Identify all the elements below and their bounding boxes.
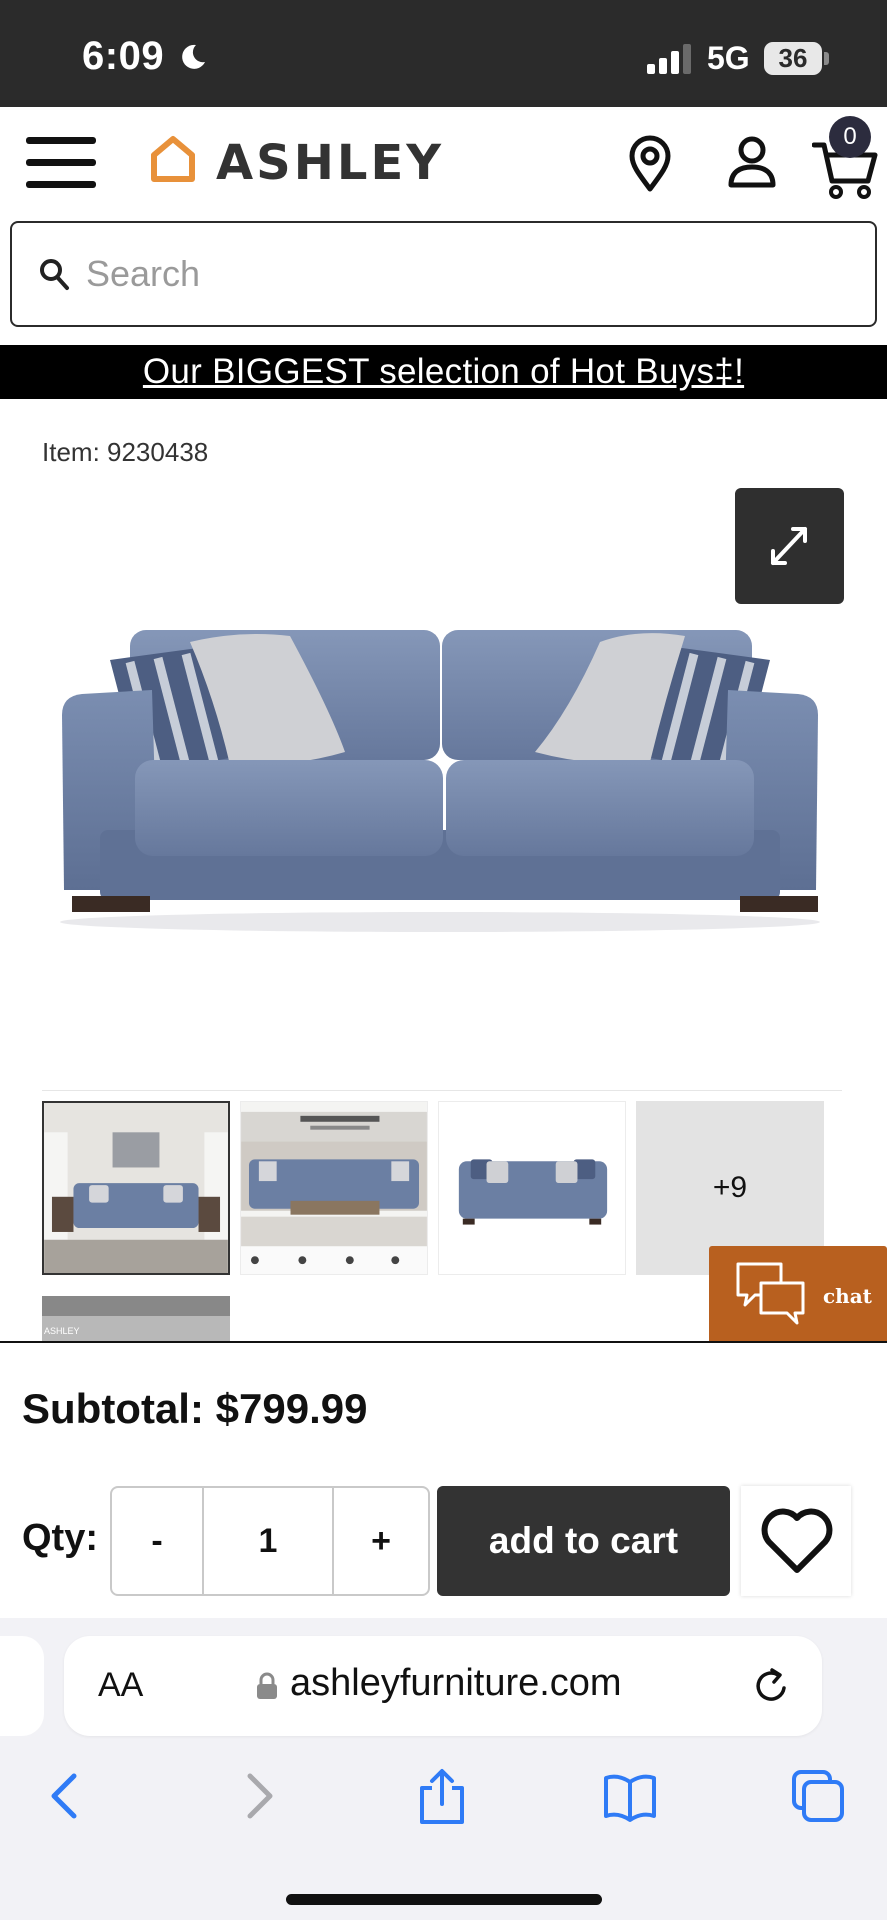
menu-icon[interactable] [26,137,96,189]
thumbnail-logo-text: ASHLEY [44,1326,80,1336]
gallery-divider [42,1090,842,1091]
purchase-bar: Subtotal: $799.99 Qty: - 1 + add to cart [0,1341,887,1618]
sofa-front-thumbnail [439,1102,625,1274]
status-bar: 6:09 5G 36 [0,0,887,107]
search-icon [40,259,69,290]
logo[interactable]: Ashley [216,135,444,191]
qty-increase-button[interactable]: + [334,1488,428,1594]
house-logo-icon[interactable] [150,135,196,183]
subtotal: Subtotal: $799.99 [22,1385,368,1432]
share-icon[interactable] [414,1768,470,1824]
promo-banner: Our BIGGEST selection of Hot Buys‡! [0,345,887,399]
qty-label: Qty: [22,1517,98,1559]
back-icon[interactable] [38,1768,94,1824]
network-label: 5G [707,40,750,76]
forward-icon[interactable] [230,1768,286,1824]
gallery-thumbnail[interactable] [438,1101,626,1275]
item-number: Item: 9230438 [42,437,209,467]
wishlist-button[interactable] [741,1486,851,1596]
location-pin-icon[interactable] [626,135,674,193]
add-to-cart-button[interactable]: add to cart [437,1486,730,1596]
lifestyle-thumbnail [241,1102,427,1274]
chat-bubbles-icon [736,1262,805,1325]
reload-icon[interactable] [752,1666,792,1706]
site-header: Ashley 0 [0,107,887,217]
chat-label: chat [823,1284,872,1308]
search-input[interactable] [86,243,846,305]
product-image[interactable] [40,600,840,960]
tabs-icon[interactable] [790,1768,846,1824]
gallery-thumbnail[interactable] [240,1101,428,1275]
qty-decrease-button[interactable]: - [112,1488,204,1594]
bookmarks-icon[interactable] [602,1768,658,1824]
quantity-stepper: - 1 + [110,1486,430,1596]
battery-icon: 36 [764,42,822,75]
home-indicator [286,1894,602,1905]
cart-count-badge[interactable]: 0 [829,116,871,158]
address-bar[interactable]: AA ashleyfurniture.com [64,1636,822,1736]
search-bar[interactable] [10,221,877,327]
signal-icon [647,44,691,74]
browser-toolbar: AA ashleyfurniture.com [0,1618,887,1920]
heart-icon [761,1508,833,1573]
previous-tab-peek[interactable] [0,1636,44,1736]
lock-icon [257,1672,277,1699]
text-size-button[interactable]: AA [98,1666,143,1705]
gallery-thumbnail[interactable]: ASHLEY [42,1296,230,1342]
expand-image-button[interactable] [735,488,844,604]
qty-value[interactable]: 1 [204,1488,334,1594]
account-icon[interactable] [727,135,777,189]
url-text[interactable]: ashleyfurniture.com [290,1662,622,1705]
promo-link[interactable]: Our BIGGEST selection of Hot Buys‡! [143,352,744,391]
battery-tip [824,52,829,65]
status-time: 6:09 [82,34,165,78]
expand-icon [771,527,807,565]
room-scene-thumbnail [44,1103,228,1273]
chat-button[interactable]: chat [709,1246,887,1344]
moon-icon [182,44,205,69]
gallery-thumbnail[interactable] [42,1101,230,1275]
